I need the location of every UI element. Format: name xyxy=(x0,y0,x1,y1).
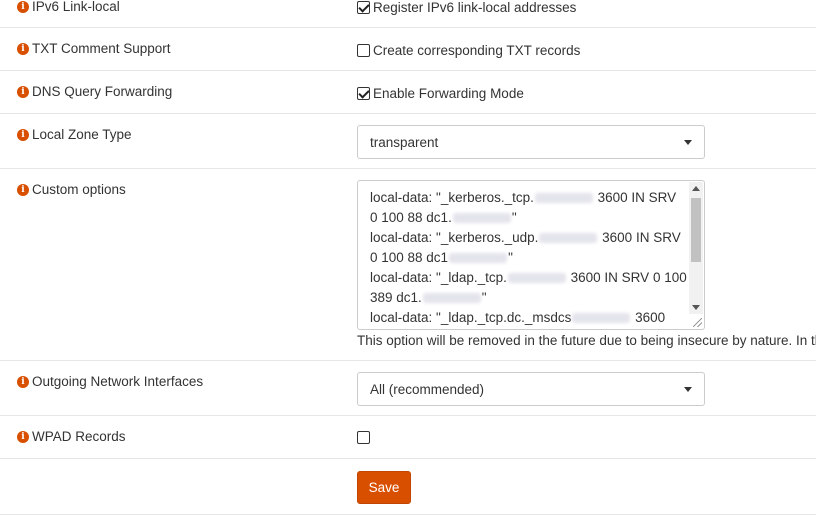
redacted-text xyxy=(507,273,566,284)
label-text: DNS Query Forwarding xyxy=(32,84,173,99)
label-custom-options: i Custom options xyxy=(17,182,126,197)
dns-forwarding-checkbox[interactable] xyxy=(357,87,370,100)
label-local-zone-type: i Local Zone Type xyxy=(17,127,132,142)
info-icon[interactable]: i xyxy=(17,0,29,13)
custom-options-line: 389 dc1. " xyxy=(370,290,487,305)
custom-options-line: 0 100 88 dc1. " xyxy=(370,210,517,225)
info-icon[interactable]: i xyxy=(17,85,29,98)
field-txt-comment-support: Create corresponding TXT records xyxy=(357,43,580,58)
row-local-zone-type: i Local Zone Type transparent xyxy=(0,114,816,169)
scroll-thumb[interactable] xyxy=(691,198,701,262)
save-button[interactable]: Save xyxy=(357,471,411,504)
custom-options-line: local-data: "_kerberos._udp. 3600 IN SRV xyxy=(370,230,681,245)
info-icon[interactable]: i xyxy=(17,42,29,55)
textarea-scrollbar[interactable] xyxy=(689,182,703,314)
label-text: Local Zone Type xyxy=(32,127,132,142)
custom-options-line: 0 100 88 dc1 " xyxy=(370,250,513,265)
caret-down-icon xyxy=(684,140,692,145)
field-dns-query-forwarding: Enable Forwarding Mode xyxy=(357,86,524,101)
checkbox-label[interactable]: Register IPv6 link-local addresses xyxy=(373,0,576,15)
label-ipv6-link-local: i IPv6 Link-local xyxy=(17,0,120,14)
redacted-text xyxy=(422,293,481,304)
custom-options-line: local-data: "_ldap._tcp.dc._msdcs 3600 xyxy=(370,310,666,325)
label-text: Outgoing Network Interfaces xyxy=(32,374,204,389)
textarea-content[interactable]: local-data: "_kerberos._tcp. 3600 IN SRV… xyxy=(370,188,688,328)
ipv6-link-local-checkbox[interactable] xyxy=(357,1,370,14)
row-wpad-records: i WPAD Records xyxy=(0,416,816,459)
outgoing-interfaces-select[interactable]: All (recommended) xyxy=(357,372,705,406)
info-icon[interactable]: i xyxy=(17,128,29,141)
custom-options-line: local-data: "_kerberos._tcp. 3600 IN SRV xyxy=(370,190,677,205)
select-value: transparent xyxy=(370,134,439,150)
checkbox-label[interactable]: Enable Forwarding Mode xyxy=(373,86,524,101)
redacted-text xyxy=(449,253,508,264)
resize-grip-icon[interactable] xyxy=(693,318,702,327)
field-ipv6-link-local: Register IPv6 link-local addresses xyxy=(357,0,576,15)
resolver-settings-form: i IPv6 Link-local Register IPv6 link-loc… xyxy=(0,0,816,515)
field-wpad-records xyxy=(357,431,373,444)
scroll-up-icon[interactable] xyxy=(692,186,700,191)
custom-options-help: This option will be removed in the futur… xyxy=(357,333,816,348)
txt-comment-checkbox[interactable] xyxy=(357,44,370,57)
label-text: WPAD Records xyxy=(32,429,126,444)
label-dns-query-forwarding: i DNS Query Forwarding xyxy=(17,84,172,99)
label-txt-comment-support: i TXT Comment Support xyxy=(17,41,171,56)
select-value: All (recommended) xyxy=(370,381,485,397)
label-text: IPv6 Link-local xyxy=(32,0,120,14)
info-icon[interactable]: i xyxy=(17,430,29,443)
info-icon[interactable]: i xyxy=(17,375,29,388)
row-ipv6-link-local: i IPv6 Link-local Register IPv6 link-loc… xyxy=(0,0,816,28)
custom-options-line: local-data: "_ldap._tcp. 3600 IN SRV 0 1… xyxy=(370,270,687,285)
label-outgoing-network-interfaces: i Outgoing Network Interfaces xyxy=(17,374,203,389)
row-txt-comment-support: i TXT Comment Support Create correspondi… xyxy=(0,28,816,71)
local-zone-type-select[interactable]: transparent xyxy=(357,125,705,159)
row-dns-query-forwarding: i DNS Query Forwarding Enable Forwarding… xyxy=(0,71,816,114)
scroll-down-icon[interactable] xyxy=(692,305,700,310)
label-text: Custom options xyxy=(32,182,126,197)
custom-options-textarea[interactable]: local-data: "_kerberos._tcp. 3600 IN SRV… xyxy=(357,180,705,330)
label-text: TXT Comment Support xyxy=(32,41,171,56)
caret-down-icon xyxy=(684,387,692,392)
label-wpad-records: i WPAD Records xyxy=(17,429,126,444)
redacted-text xyxy=(539,233,598,244)
redacted-text xyxy=(572,313,631,324)
info-icon[interactable]: i xyxy=(17,183,29,196)
row-outgoing-network-interfaces: i Outgoing Network Interfaces All (recom… xyxy=(0,361,816,416)
checkbox-label[interactable]: Create corresponding TXT records xyxy=(373,43,580,58)
redacted-text xyxy=(452,213,511,224)
redacted-text xyxy=(534,193,593,204)
wpad-records-checkbox[interactable] xyxy=(357,431,370,444)
